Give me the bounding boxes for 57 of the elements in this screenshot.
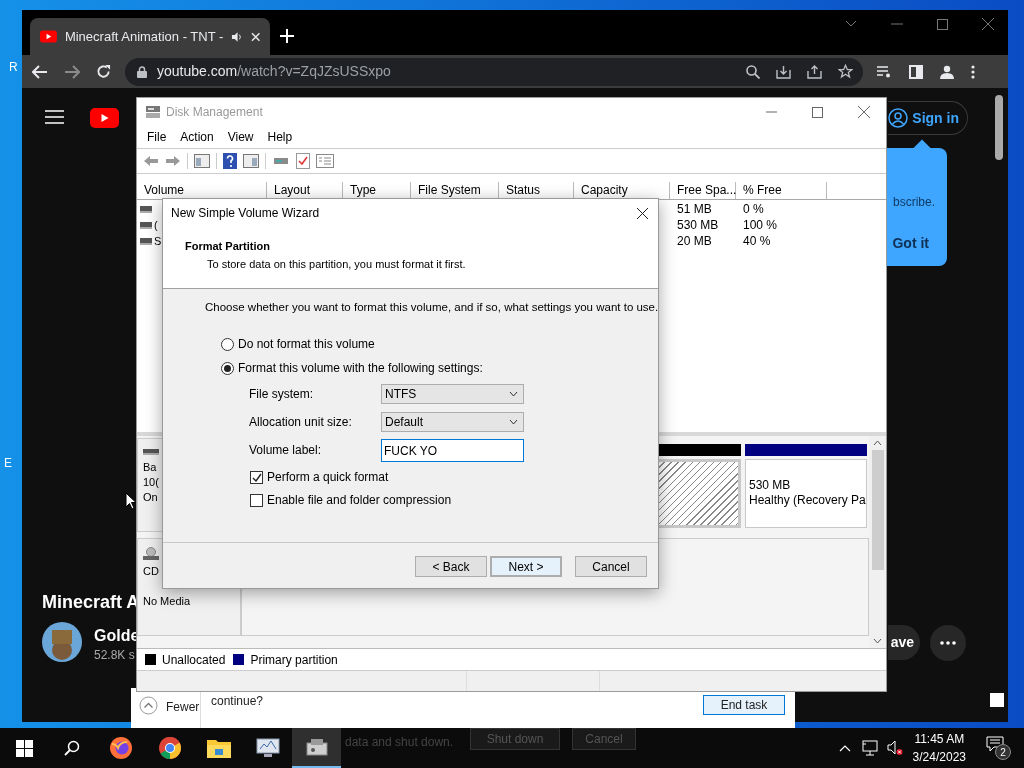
window-title: Disk Management <box>166 104 263 121</box>
table-cell-text: S <box>154 233 162 249</box>
checkbox-label: Perform a quick format <box>267 469 389 486</box>
menu-item[interactable]: View <box>227 128 254 146</box>
table-cell-text: 100 % <box>742 217 779 234</box>
option-label: Format this volume with the following settings: <box>238 360 483 377</box>
disk-info-text: On <box>143 490 159 505</box>
menu-item[interactable]: Action <box>180 128 214 146</box>
table-cell-text: 51 MB <box>676 201 713 218</box>
page-subheading: To store data on this partition, you must format it first. <box>206 256 467 272</box>
menu-item[interactable]: File <box>147 128 167 146</box>
address-bar[interactable]: youtube.com/watch?v=ZqJZsUSSxpo <box>125 57 863 86</box>
table-cell-text: 40 % <box>742 233 772 250</box>
dialog-question: continue? <box>211 693 264 710</box>
desktop-icon-label: R <box>9 59 18 76</box>
column-header[interactable]: Free Spa... <box>670 182 736 199</box>
notification-center-button[interactable]: 2 <box>986 736 1010 760</box>
end-task-button[interactable]: End task <box>703 695 785 715</box>
disk-info-text: Ba <box>143 460 158 475</box>
file-system-dropdown[interactable]: NTFS <box>381 384 524 404</box>
back-button[interactable]: < Back <box>415 556 487 577</box>
table-cell-text: 530 MB <box>676 217 720 234</box>
notification-badge: 2 <box>995 744 1011 760</box>
menu-item[interactable]: Help <box>267 128 293 146</box>
partition-size: 530 MB <box>749 478 792 493</box>
url-text: youtube.com/watch?v=ZqJZsUSSxpo <box>157 62 391 81</box>
clock-time[interactable]: 11:45 AM <box>914 730 965 748</box>
tooltip-text: bscribe. <box>892 194 935 211</box>
table-cell-text: 0 % <box>742 201 765 218</box>
disk-info-text: 10( <box>143 475 160 490</box>
clock-date[interactable]: 3/24/2023 <box>912 748 966 766</box>
got-it-button[interactable]: Got it <box>892 233 929 254</box>
field-label: Volume label: <box>249 442 323 459</box>
subscriber-count: 52.8K s <box>94 647 135 664</box>
legend-label: Unallocated <box>162 651 226 669</box>
allocation-size-dropdown[interactable]: Default <box>381 412 524 432</box>
instruction-text: Choose whether you want to format this volume, and if so, what settings you want to use. <box>205 300 658 315</box>
legend-label: Primary partition <box>250 651 338 669</box>
page-heading: Format Partition <box>185 239 271 254</box>
cancel-button[interactable]: Cancel <box>575 556 647 577</box>
volume-label-field[interactable]: FUCK YO <box>381 438 524 462</box>
column-header[interactable]: % Free <box>736 182 827 199</box>
fewer-details-link[interactable]: Fewer <box>166 698 200 716</box>
tab-title: Minecraft Animation - TNT - <box>64 27 224 46</box>
checkbox-label: Enable file and folder compression <box>267 492 452 509</box>
disk-info-text: No Media <box>143 594 192 609</box>
field-label: Allocation unit size: <box>249 414 353 431</box>
browser-tab[interactable]: Minecraft Animation - TNT - <box>30 18 270 55</box>
disk-info-text: CD <box>143 564 160 579</box>
next-button[interactable]: Next > <box>490 556 562 577</box>
table-cell-text: 20 MB <box>676 233 713 250</box>
field-label: File system: <box>249 386 314 403</box>
save-button[interactable]: ave <box>888 625 920 660</box>
desktop-icon-label: E <box>4 455 12 472</box>
dialog-title: New Simple Volume Wizard <box>171 205 320 222</box>
option-label: Do not format this volume <box>238 336 375 353</box>
table-cell-text: ( <box>154 217 158 233</box>
